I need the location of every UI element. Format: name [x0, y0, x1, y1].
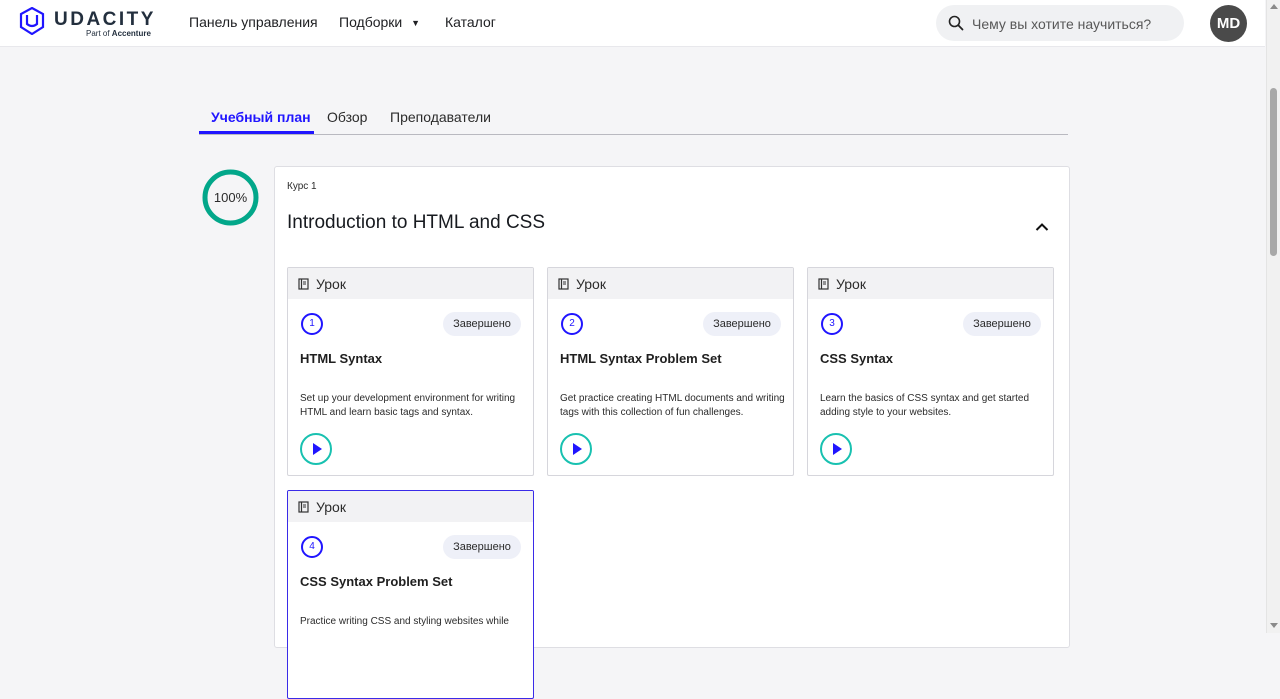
- search-icon: [948, 15, 964, 31]
- course-number-label: Курс 1: [287, 181, 317, 192]
- nav-collections-link[interactable]: Подборки ▼: [339, 14, 420, 30]
- lesson-title: HTML Syntax Problem Set: [560, 351, 722, 366]
- search-box[interactable]: [936, 5, 1184, 41]
- top-navigation-bar: UDACITY Part of Accenture Панель управле…: [0, 0, 1265, 47]
- play-button[interactable]: [300, 433, 332, 465]
- lesson-number-badge: 2: [561, 313, 583, 335]
- lesson-card-header: Урок: [808, 268, 1053, 299]
- lesson-card[interactable]: Урок 3 Завершено CSS Syntax Learn the ba…: [807, 267, 1054, 476]
- book-icon: [818, 278, 829, 290]
- lesson-card[interactable]: Урок 1 Завершено HTML Syntax Set up your…: [287, 267, 534, 476]
- lesson-card-selected[interactable]: Урок 4 Завершено CSS Syntax Problem Set …: [287, 490, 534, 699]
- course-title: Introduction to HTML and CSS: [287, 212, 546, 233]
- lesson-title: HTML Syntax: [300, 351, 383, 366]
- search-input[interactable]: [970, 13, 1174, 35]
- status-badge: Завершено: [443, 312, 521, 336]
- book-icon: [298, 501, 309, 513]
- status-badge: Завершено: [703, 312, 781, 336]
- lesson-card-header: Урок: [548, 268, 793, 299]
- lesson-card[interactable]: Урок 2 Завершено HTML Syntax Problem Set…: [547, 267, 794, 476]
- play-button[interactable]: [820, 433, 852, 465]
- lesson-type-label: Урок: [316, 276, 346, 292]
- logo-subtitle: Part of Accenture: [86, 29, 151, 38]
- book-icon: [298, 278, 309, 290]
- lesson-title: CSS Syntax: [820, 351, 893, 366]
- lesson-type-label: Урок: [576, 276, 606, 292]
- play-icon: [313, 443, 322, 455]
- status-badge: Завершено: [443, 535, 521, 559]
- lesson-type-label: Урок: [836, 276, 866, 292]
- lesson-title: CSS Syntax Problem Set: [300, 574, 453, 589]
- course-progress-label: 100%: [213, 190, 248, 205]
- logo-subtitle-prefix: Part of: [86, 29, 112, 38]
- lesson-description: Practice writing CSS and styling website…: [300, 616, 509, 627]
- page-scrollbar[interactable]: [1266, 0, 1280, 633]
- user-avatar[interactable]: MD: [1210, 5, 1247, 42]
- scrollbar-thumb[interactable]: [1270, 88, 1277, 256]
- lesson-description: Set up your development environment for …: [300, 393, 516, 418]
- play-button[interactable]: [560, 433, 592, 465]
- tab-overview[interactable]: Обзор: [327, 109, 367, 125]
- logo-wordmark: UDACITY: [54, 9, 156, 30]
- status-badge: Завершено: [963, 312, 1041, 336]
- lesson-description: Learn the basics of CSS syntax and get s…: [820, 393, 1030, 418]
- nav-dashboard-link[interactable]: Панель управления: [189, 14, 318, 30]
- program-tabs: Учебный план Обзор Преподаватели: [199, 106, 1068, 135]
- lesson-card-header: Урок: [288, 491, 533, 522]
- chevron-up-icon[interactable]: [1035, 222, 1049, 232]
- scroll-up-arrow-icon[interactable]: [1270, 4, 1278, 9]
- lesson-type-label: Урок: [316, 499, 346, 515]
- lesson-number-badge: 3: [821, 313, 843, 335]
- udacity-shield-icon: [19, 7, 45, 35]
- tab-curriculum[interactable]: Учебный план: [211, 109, 311, 125]
- lesson-number-badge: 1: [301, 313, 323, 335]
- nav-catalog-link[interactable]: Каталог: [445, 14, 496, 30]
- play-icon: [833, 443, 842, 455]
- tab-instructors[interactable]: Преподаватели: [390, 109, 491, 125]
- logo-subtitle-brand: Accenture: [111, 29, 151, 38]
- book-icon: [558, 278, 569, 290]
- scroll-down-arrow-icon[interactable]: [1270, 623, 1278, 628]
- nav-collections-label: Подборки: [339, 14, 403, 30]
- course-card: Курс 1 Introduction to HTML and CSS Урок…: [274, 166, 1070, 699]
- caret-down-icon: ▼: [411, 18, 421, 28]
- lesson-card-header: Урок: [288, 268, 533, 299]
- lesson-description: Get practice creating HTML documents and…: [560, 393, 785, 418]
- lesson-number-badge: 4: [301, 536, 323, 558]
- active-tab-indicator: [199, 131, 314, 134]
- play-icon: [573, 443, 582, 455]
